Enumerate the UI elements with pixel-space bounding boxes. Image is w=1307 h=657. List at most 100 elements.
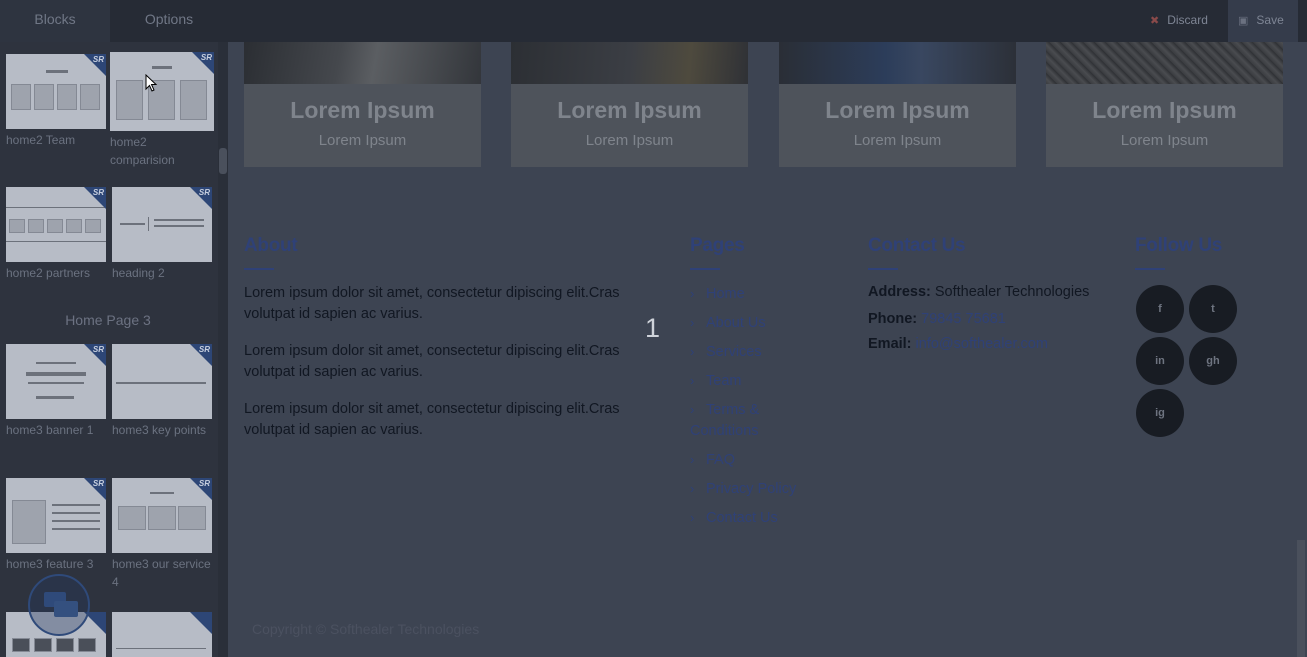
card-title: Lorem Ipsum <box>290 97 435 123</box>
sr-badge: SR <box>92 55 104 64</box>
discard-label: Discard <box>1167 13 1208 27</box>
card-photo <box>511 42 748 84</box>
block-thumbnail: SR <box>112 187 212 262</box>
canvas-scrollbar-thumb[interactable] <box>1297 540 1305 657</box>
address-label: Address: <box>868 284 931 300</box>
page-link-services[interactable]: › Services <box>690 341 800 363</box>
about-paragraph: Lorem ipsum dolor sit amet, consectetur … <box>244 401 620 438</box>
sidebar-scroll-thumb[interactable] <box>219 148 227 174</box>
page-link-faq[interactable]: › FAQ <box>690 449 800 471</box>
sidebar-scrollbar[interactable] <box>218 42 228 657</box>
block-label: home3 our service 4 <box>112 557 211 589</box>
facebook-icon[interactable]: f <box>1136 285 1184 333</box>
address-value: Softhealer Technologies <box>934 284 1090 300</box>
sr-badge: SR <box>92 479 104 488</box>
block-thumbnail: SR <box>110 52 214 131</box>
card-photo <box>779 42 1016 84</box>
block-label: home3 banner 1 <box>6 423 94 437</box>
card-subtitle: Lorem Ipsum <box>853 132 942 149</box>
page-link-label: Team <box>706 373 742 389</box>
page-number-indicator: 1 <box>645 313 661 343</box>
heading-underline <box>690 268 720 270</box>
page-link-label: Privacy Policy <box>706 481 797 497</box>
block-label: home2 Team <box>6 133 76 147</box>
tab-blocks[interactable]: Blocks <box>0 0 110 42</box>
close-icon: ✖ <box>1150 15 1160 27</box>
email-link[interactable]: info@softhealer.com <box>916 336 1048 352</box>
block-thumbnail: SR <box>6 187 106 262</box>
chat-icon[interactable] <box>28 574 90 636</box>
email-label: Email: <box>868 336 912 352</box>
page-link-terms[interactable]: › Terms & Conditions <box>690 399 782 442</box>
discard-button[interactable]: ✖ Discard <box>1140 0 1228 42</box>
team-card: Lorem Ipsum Lorem Ipsum <box>511 42 748 167</box>
mouse-cursor-icon <box>145 74 158 92</box>
card-title: Lorem Ipsum <box>557 97 702 123</box>
page-link-privacy-policy[interactable]: › Privacy Policy <box>690 478 830 500</box>
block-home2-partners[interactable]: SR home2 partners <box>6 187 106 282</box>
page-link-label: Services <box>706 344 762 360</box>
block-home3-banner-1[interactable]: SR home3 banner 1 <box>6 344 106 439</box>
block-home2-comparision[interactable]: SR home2 comparision <box>110 52 214 169</box>
page-link-label: FAQ <box>706 452 736 468</box>
card-subtitle: Lorem Ipsum <box>318 132 407 149</box>
card-title: Lorem Ipsum <box>1092 97 1237 123</box>
chevron-right-icon: › <box>690 510 695 525</box>
save-button[interactable]: ▣ Save <box>1228 0 1298 42</box>
sr-badge: SR <box>92 188 104 197</box>
section-title: Home Page 3 <box>65 312 151 328</box>
block-home3-our-service-4[interactable]: SR home3 our service 4 <box>112 478 212 591</box>
card-subtitle: Lorem Ipsum <box>1120 132 1209 149</box>
page-link-team[interactable]: › Team <box>690 370 800 392</box>
page-link-contact-us[interactable]: › Contact Us <box>690 507 830 529</box>
phone-label: Phone: <box>868 311 918 327</box>
blocks-sidebar: SR home2 Team SR home2 comparision SR ho… <box>0 42 228 657</box>
page-link-about-us[interactable]: › About Us <box>690 312 800 334</box>
contact-phone: Phone: 79845 75681 <box>868 311 1006 327</box>
card-title: Lorem Ipsum <box>825 97 970 123</box>
card-photo <box>1046 42 1283 84</box>
block-label: home2 partners <box>6 266 91 280</box>
block-thumbnail <box>112 612 212 657</box>
chevron-right-icon: › <box>690 452 695 467</box>
block-label: home3 feature 3 <box>6 557 94 571</box>
sr-badge: SR <box>92 345 104 354</box>
block-home2-team[interactable]: SR home2 Team <box>6 54 106 149</box>
pages-heading: Pages <box>690 235 745 256</box>
block-home3-key-points[interactable]: SR home3 key points <box>112 344 212 439</box>
team-card: Lorem Ipsum Lorem Ipsum <box>244 42 481 167</box>
tab-options[interactable]: Options <box>110 0 228 42</box>
page-link-home[interactable]: › Home <box>690 283 800 305</box>
block-thumbnail: SR <box>6 344 106 419</box>
linkedin-icon[interactable]: in <box>1136 337 1184 385</box>
block-home3-feature-3[interactable]: SR home3 feature 3 <box>6 478 106 573</box>
twitter-icon[interactable]: t <box>1189 285 1237 333</box>
top-toolbar: Blocks Options ✖ Discard ▣ Save <box>0 0 1307 42</box>
page-link-label: Home <box>706 286 745 302</box>
team-card: Lorem Ipsum Lorem Ipsum <box>1046 42 1283 167</box>
block-thumbnail: SR <box>112 344 212 419</box>
chevron-right-icon: › <box>690 481 695 496</box>
sr-badge: SR <box>200 53 212 62</box>
sr-badge: SR <box>198 188 210 197</box>
chevron-right-icon: › <box>690 286 695 301</box>
block-thumbnail: SR <box>6 478 106 553</box>
github-icon[interactable]: gh <box>1189 337 1237 385</box>
copyright-text: Copyright © Softhealer Technologies <box>252 621 480 637</box>
sr-badge: SR <box>198 345 210 354</box>
block-partial-2[interactable] <box>112 612 212 657</box>
block-label: home2 comparision <box>110 135 175 167</box>
card-photo <box>244 42 481 84</box>
sr-badge: SR <box>198 479 210 488</box>
block-thumbnail: SR <box>112 478 212 553</box>
about-heading: About <box>244 235 298 256</box>
page-link-label: About Us <box>706 315 766 331</box>
floppy-disk-icon: ▣ <box>1238 15 1249 27</box>
heading-underline <box>868 268 898 270</box>
about-paragraph: Lorem ipsum dolor sit amet, consectetur … <box>244 285 620 322</box>
contact-heading: Contact Us <box>868 235 966 256</box>
heading-underline <box>244 268 274 270</box>
instagram-icon[interactable]: ig <box>1136 389 1184 437</box>
block-heading-2[interactable]: SR heading 2 <box>112 187 212 282</box>
phone-link[interactable]: 79845 75681 <box>921 311 1006 327</box>
